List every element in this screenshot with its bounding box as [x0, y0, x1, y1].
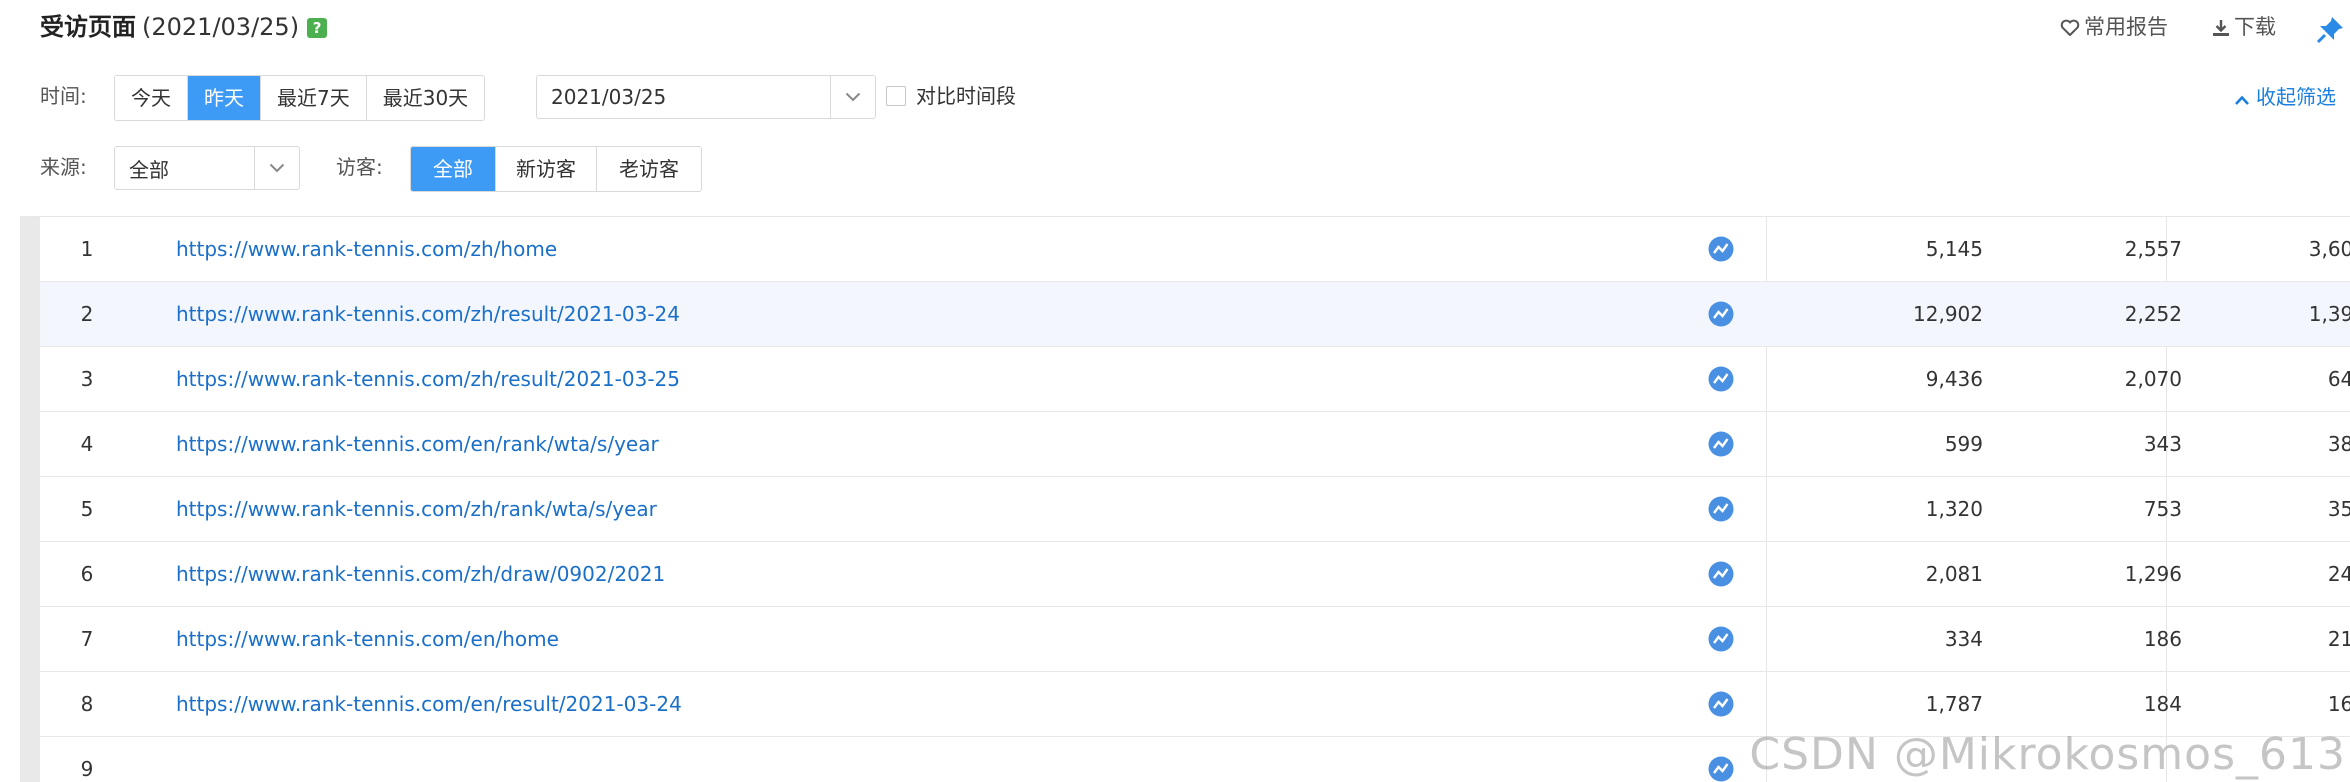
visitors-value: 1,296	[2124, 562, 2182, 586]
page-url-link[interactable]: https://www.rank-tennis.com/zh/rank/wta/…	[176, 477, 657, 541]
favorite-report-button[interactable]: 常用报告	[2060, 12, 2168, 42]
download-label: 下载	[2234, 15, 2276, 39]
pages-table: 1 https://www.rank-tennis.com/zh/home 5,…	[20, 216, 2350, 782]
table-row: 5 https://www.rank-tennis.com/zh/rank/wt…	[40, 477, 2350, 542]
page-url-link[interactable]: https://www.rank-tennis.com/zh/result/20…	[176, 347, 680, 411]
metric3-value: 355	[2327, 497, 2350, 521]
pageviews-value: 9,436	[1925, 367, 1983, 391]
visitor-option-all[interactable]: 全部	[411, 147, 496, 191]
visitors-value: 343	[2143, 432, 2182, 456]
trend-chart-icon[interactable]	[1708, 217, 1734, 281]
time-range-group: 今天 昨天 最近7天 最近30天	[114, 75, 486, 121]
pageviews-value: 334	[1944, 627, 1983, 651]
pin-icon[interactable]	[2316, 14, 2346, 48]
time-option-yesterday[interactable]: 昨天	[188, 76, 261, 120]
chevron-down-icon[interactable]	[254, 147, 299, 189]
visitor-type-group: 全部 新访客 老访客	[410, 146, 702, 192]
page-title: 受访页面	[40, 13, 136, 41]
visitors-value: 184	[2143, 692, 2182, 716]
watermark: CSDN @Mikrokosmos_613	[1749, 729, 2346, 780]
download-icon	[2213, 20, 2229, 36]
source-select[interactable]: 全部	[114, 146, 300, 190]
trend-chart-icon[interactable]	[1708, 477, 1734, 541]
visitor-option-new[interactable]: 新访客	[496, 147, 597, 191]
download-button[interactable]: 下载	[2212, 12, 2276, 42]
metric3-value: 381	[2327, 432, 2350, 456]
chevron-down-icon[interactable]	[830, 76, 875, 118]
visitors-value: 2,252	[2124, 302, 2182, 326]
page-url-link[interactable]: https://www.rank-tennis.com/zh/home	[176, 217, 557, 281]
trend-chart-icon[interactable]	[1708, 607, 1734, 671]
pageviews-value: 2,081	[1925, 562, 1983, 586]
row-index: 7	[80, 627, 94, 651]
pageviews-value: 1,787	[1925, 692, 1983, 716]
trend-chart-icon[interactable]	[1708, 412, 1734, 476]
source-filter-label: 来源:	[40, 155, 87, 179]
visitor-option-returning[interactable]: 老访客	[597, 147, 701, 191]
row-index: 9	[80, 757, 94, 781]
visitors-value: 2,557	[2124, 237, 2182, 261]
row-index: 4	[80, 432, 94, 456]
date-picker[interactable]: 2021/03/25	[536, 75, 876, 119]
page-url-link[interactable]: https://www.rank-tennis.com/en/rank/wta/…	[176, 412, 659, 476]
table-row: 4 https://www.rank-tennis.com/en/rank/wt…	[40, 412, 2350, 477]
row-index: 3	[80, 367, 94, 391]
pageviews-value: 12,902	[1913, 302, 1983, 326]
metric3-value: 3,602	[2308, 237, 2350, 261]
table-row: 6 https://www.rank-tennis.com/zh/draw/09…	[40, 542, 2350, 607]
collapse-filters-link[interactable]: 收起筛选	[2234, 81, 2336, 110]
metric3-value: 160	[2327, 692, 2350, 716]
visitor-filter-label: 访客:	[336, 155, 383, 179]
time-option-last-7-days[interactable]: 最近7天	[261, 76, 367, 120]
table-row: 8 https://www.rank-tennis.com/en/result/…	[40, 672, 2350, 737]
compare-period-label[interactable]: 对比时间段	[916, 80, 1016, 109]
table-row: 1 https://www.rank-tennis.com/zh/home 5,…	[40, 217, 2350, 282]
trend-chart-icon[interactable]	[1708, 672, 1734, 736]
table-row: 3 https://www.rank-tennis.com/zh/result/…	[40, 347, 2350, 412]
pageviews-value: 1,320	[1925, 497, 1983, 521]
metric3-value: 214	[2327, 627, 2350, 651]
trend-chart-icon[interactable]	[1708, 282, 1734, 346]
compare-period-checkbox[interactable]	[886, 86, 906, 106]
page-url-link[interactable]: https://www.rank-tennis.com/zh/result/20…	[176, 282, 680, 346]
page-url-link[interactable]: https://www.rank-tennis.com/en/result/20…	[176, 672, 682, 736]
date-picker-value: 2021/03/25	[551, 85, 667, 109]
table-row: 7 https://www.rank-tennis.com/en/home 33…	[40, 607, 2350, 672]
collapse-filters-label: 收起筛选	[2256, 85, 2336, 109]
table-row: 2 https://www.rank-tennis.com/zh/result/…	[40, 282, 2350, 347]
trend-chart-icon[interactable]	[1708, 347, 1734, 411]
page-title-bar: 受访页面 (2021/03/25)?	[40, 10, 328, 44]
visitors-value: 186	[2143, 627, 2182, 651]
pageviews-value: 599	[1944, 432, 1983, 456]
time-filter-label: 时间:	[40, 84, 87, 108]
metric3-value: 241	[2327, 562, 2350, 586]
row-index: 2	[80, 302, 94, 326]
trend-chart-icon[interactable]	[1708, 737, 1734, 782]
metric3-value: 648	[2327, 367, 2350, 391]
time-option-today[interactable]: 今天	[115, 76, 188, 120]
visitors-value: 753	[2143, 497, 2182, 521]
page-url-link[interactable]: https://www.rank-tennis.com/zh/draw/0902…	[176, 542, 665, 606]
help-icon[interactable]: ?	[307, 18, 328, 38]
chevron-up-icon	[2235, 95, 2249, 105]
row-index: 5	[80, 497, 94, 521]
favorite-report-label: 常用报告	[2084, 15, 2168, 39]
trend-chart-icon[interactable]	[1708, 542, 1734, 606]
page-url-link[interactable]: https://www.rank-tennis.com/en/home	[176, 607, 559, 671]
visitors-value: 2,070	[2124, 367, 2182, 391]
metric3-value: 1,391	[2308, 302, 2350, 326]
time-option-last-30-days[interactable]: 最近30天	[366, 76, 485, 120]
pageviews-value: 5,145	[1925, 237, 1983, 261]
row-index: 6	[80, 562, 94, 586]
row-index: 1	[80, 237, 94, 261]
report-date: (2021/03/25)	[142, 13, 300, 41]
heart-outline-icon	[2060, 19, 2080, 36]
row-index: 8	[80, 692, 94, 716]
source-select-value: 全部	[129, 157, 169, 182]
